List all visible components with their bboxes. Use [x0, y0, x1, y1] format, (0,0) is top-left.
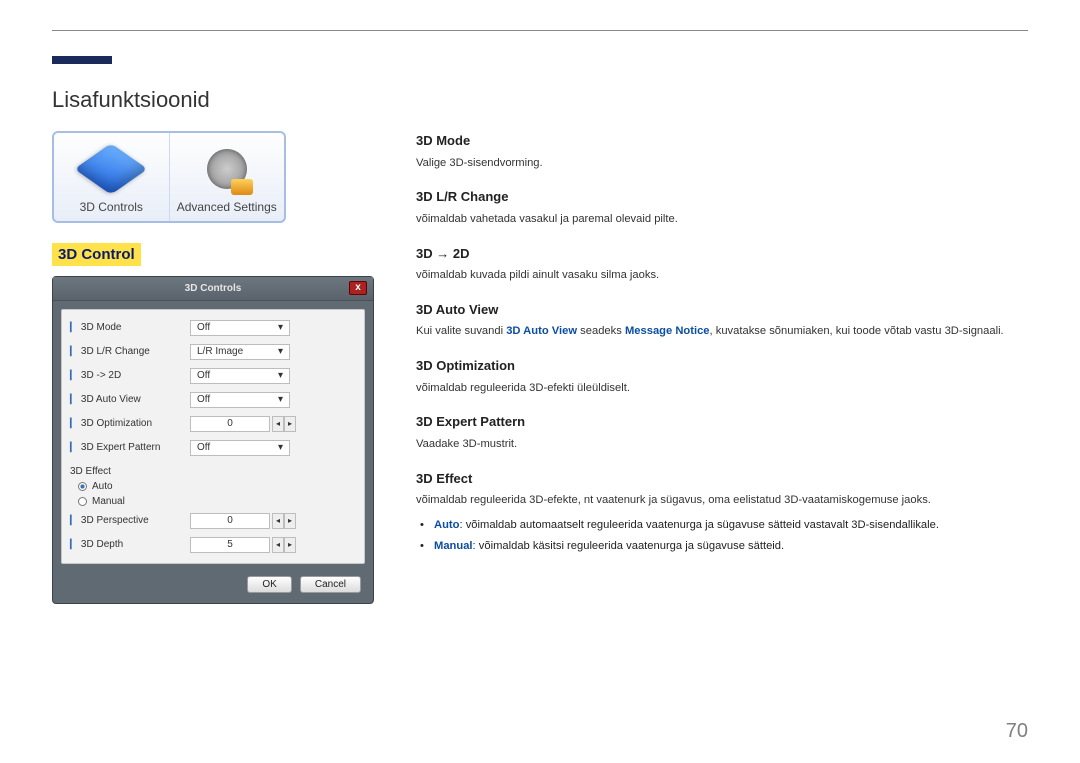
- spin-control[interactable]: 5 ◂▸: [190, 537, 296, 553]
- close-icon[interactable]: x: [349, 281, 367, 295]
- def-heading: 3D Optimization: [416, 356, 1028, 376]
- tile-row: 3D Controls Advanced Settings: [52, 131, 286, 223]
- window-title: 3D Controls: [185, 283, 242, 294]
- def-auto-view: 3D Auto View Kui valite suvandi 3D Auto …: [416, 300, 1028, 340]
- def-body: Valige 3D-sisendvorming.: [416, 155, 1028, 172]
- accent-bar: [52, 56, 112, 64]
- left-column: 3D Controls Advanced Settings 3D Control…: [52, 131, 392, 604]
- def-3d-mode: 3D Mode Valige 3D-sisendvorming.: [416, 131, 1028, 171]
- list-item: Auto: võimaldab automaatselt reguleerida…: [434, 515, 1028, 536]
- top-rule: [52, 30, 1028, 31]
- row-label: 3D Optimization: [70, 418, 190, 429]
- row-3d-2d: 3D -> 2D Off▾: [70, 364, 356, 388]
- row-auto-view: 3D Auto View Off▾: [70, 388, 356, 412]
- page-number: 70: [1006, 720, 1028, 743]
- spin-control[interactable]: 0 ◂▸: [190, 416, 296, 432]
- def-body: võimaldab reguleerida 3D-efekte, nt vaat…: [416, 492, 1028, 509]
- list-item: Manual: võimaldab käsitsi reguleerida va…: [434, 536, 1028, 557]
- radio-dot-icon: [78, 482, 87, 491]
- row-lr-change: 3D L/R Change L/R Image▾: [70, 340, 356, 364]
- def-heading: 3D → 2D: [416, 244, 1028, 264]
- tile-advanced-settings[interactable]: Advanced Settings: [169, 133, 285, 221]
- row-optimization: 3D Optimization 0 ◂▸: [70, 412, 356, 436]
- row-label: 3D Auto View: [70, 394, 190, 405]
- def-heading: 3D Auto View: [416, 300, 1028, 320]
- tile-label: 3D Controls: [58, 201, 165, 215]
- page-title: Lisafunktsioonid: [52, 87, 1028, 113]
- def-body: Kui valite suvandi 3D Auto View seadeks …: [416, 323, 1028, 340]
- row-value[interactable]: Off▾: [190, 392, 290, 408]
- row-expert-pattern: 3D Expert Pattern Off▾: [70, 436, 356, 460]
- def-heading: 3D Effect: [416, 469, 1028, 489]
- row-label: 3D Expert Pattern: [70, 442, 190, 453]
- chevron-right-icon[interactable]: ▸: [284, 537, 296, 553]
- chevron-left-icon[interactable]: ◂: [272, 416, 284, 432]
- def-body: võimaldab kuvada pildi ainult vasaku sil…: [416, 267, 1028, 284]
- title-bar: 3D Controls x: [53, 277, 373, 301]
- gear-icon: [199, 141, 255, 197]
- chevron-right-icon[interactable]: ▸: [284, 416, 296, 432]
- row-depth: 3D Depth 5 ◂▸: [70, 533, 356, 557]
- def-3d-effect: 3D Effect võimaldab reguleerida 3D-efekt…: [416, 469, 1028, 557]
- def-heading: 3D Mode: [416, 131, 1028, 151]
- tile-label: Advanced Settings: [174, 201, 281, 215]
- def-optimization: 3D Optimization võimaldab reguleerida 3D…: [416, 356, 1028, 396]
- settings-window: 3D Controls x 3D Mode Off▾ 3D L/R Change…: [52, 276, 374, 604]
- chevron-right-icon[interactable]: ▸: [284, 513, 296, 529]
- radio-manual[interactable]: Manual: [70, 494, 356, 509]
- radio-dot-icon: [78, 497, 87, 506]
- row-value[interactable]: Off▾: [190, 440, 290, 456]
- def-body: võimaldab reguleerida 3D-efekti üleüldis…: [416, 380, 1028, 397]
- row-value[interactable]: L/R Image▾: [190, 344, 290, 360]
- row-value[interactable]: Off▾: [190, 320, 290, 336]
- row-label: 3D -> 2D: [70, 370, 190, 381]
- row-label: 3D Depth: [70, 539, 190, 550]
- row-label: 3D L/R Change: [70, 346, 190, 357]
- section-heading: 3D Control: [52, 243, 141, 266]
- cube-icon: [83, 141, 139, 197]
- row-label: 3D Mode: [70, 322, 190, 333]
- cancel-button[interactable]: Cancel: [300, 576, 361, 593]
- bullet-list: Auto: võimaldab automaatselt reguleerida…: [416, 515, 1028, 557]
- spin-control[interactable]: 0 ◂▸: [190, 513, 296, 529]
- radio-auto[interactable]: Auto: [70, 479, 356, 494]
- row-3d-mode: 3D Mode Off▾: [70, 316, 356, 340]
- def-body: Vaadake 3D-mustrit.: [416, 436, 1028, 453]
- right-column: 3D Mode Valige 3D-sisendvorming. 3D L/R …: [416, 131, 1028, 573]
- def-lr-change: 3D L/R Change võimaldab vahetada vasakul…: [416, 187, 1028, 227]
- def-expert-pattern: 3D Expert Pattern Vaadake 3D-mustrit.: [416, 412, 1028, 452]
- chevron-left-icon[interactable]: ◂: [272, 537, 284, 553]
- def-body: võimaldab vahetada vasakul ja paremal ol…: [416, 211, 1028, 228]
- chevron-left-icon[interactable]: ◂: [272, 513, 284, 529]
- row-perspective: 3D Perspective 0 ◂▸: [70, 509, 356, 533]
- tile-3d-controls[interactable]: 3D Controls: [54, 133, 169, 221]
- row-label: 3D Perspective: [70, 515, 190, 526]
- group-3d-effect: 3D Effect: [70, 466, 356, 477]
- def-heading: 3D L/R Change: [416, 187, 1028, 207]
- row-value[interactable]: Off▾: [190, 368, 290, 384]
- ok-button[interactable]: OK: [247, 576, 291, 593]
- def-3d-2d: 3D → 2D võimaldab kuvada pildi ainult va…: [416, 244, 1028, 284]
- def-heading: 3D Expert Pattern: [416, 412, 1028, 432]
